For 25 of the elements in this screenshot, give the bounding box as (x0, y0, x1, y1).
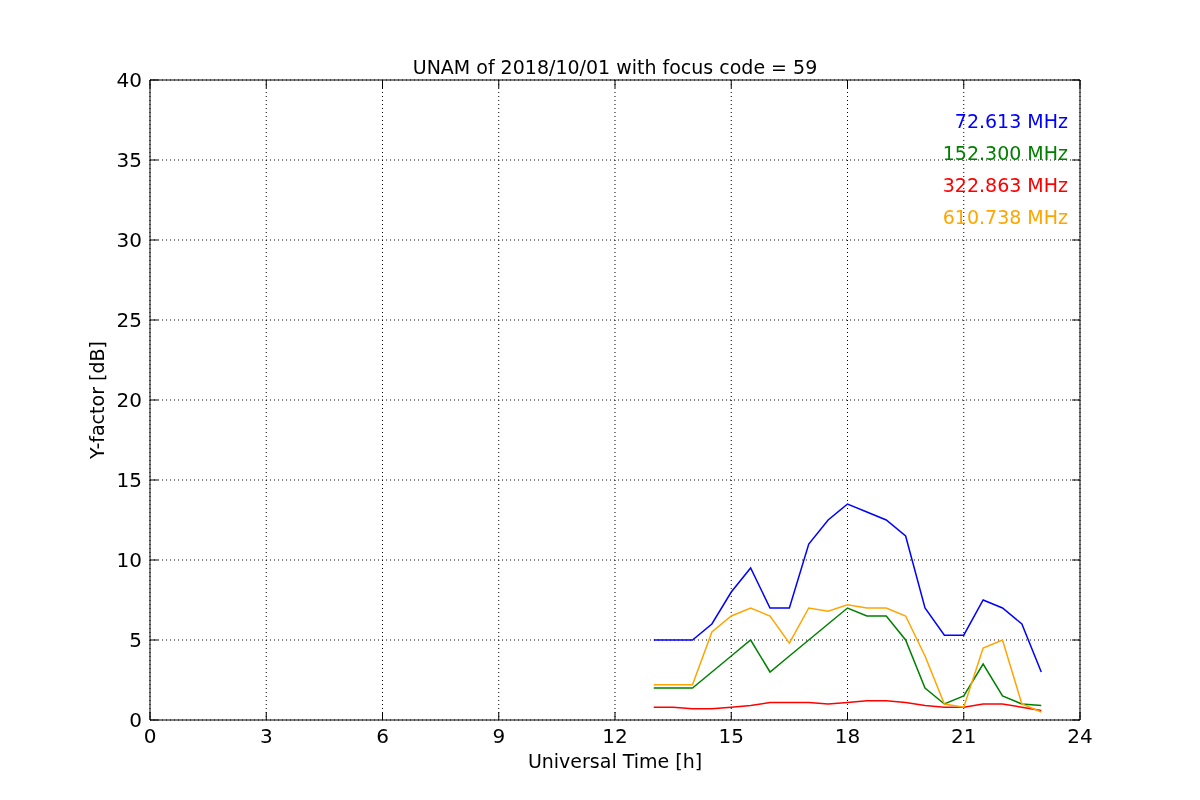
tick-label: 24 (1067, 724, 1093, 748)
tick-label: 21 (951, 724, 977, 748)
tick-label: 12 (602, 724, 628, 748)
legend-label: 610.738 MHz (942, 206, 1068, 228)
axis-label: Universal Time [h] (527, 750, 703, 772)
tick-label: 3 (259, 724, 273, 748)
tick-label: 20 (116, 388, 142, 412)
axis-label: Y-factor [dB] (86, 341, 108, 459)
tick-label: 0 (129, 708, 142, 732)
tick-label: 35 (116, 148, 142, 172)
tick-label: 18 (834, 724, 861, 748)
tick-label: 9 (492, 724, 506, 748)
tick-label: 10 (116, 548, 142, 572)
tick-label: 40 (116, 68, 142, 92)
tick-label: 0 (143, 724, 157, 748)
legend-label: 72.613 MHz (954, 110, 1068, 132)
tick-label: 5 (129, 628, 142, 652)
tick-label: 25 (116, 308, 142, 332)
legend-label: 152.300 MHz (942, 142, 1068, 164)
tick-label: 30 (116, 228, 142, 252)
legend-label: 322.863 MHz (942, 174, 1068, 196)
tick-label: 15 (116, 468, 142, 492)
chart-title: UNAM of 2018/10/01 with focus code = 59 (412, 56, 818, 78)
tick-label: 15 (718, 724, 744, 748)
tick-label: 6 (376, 724, 389, 748)
